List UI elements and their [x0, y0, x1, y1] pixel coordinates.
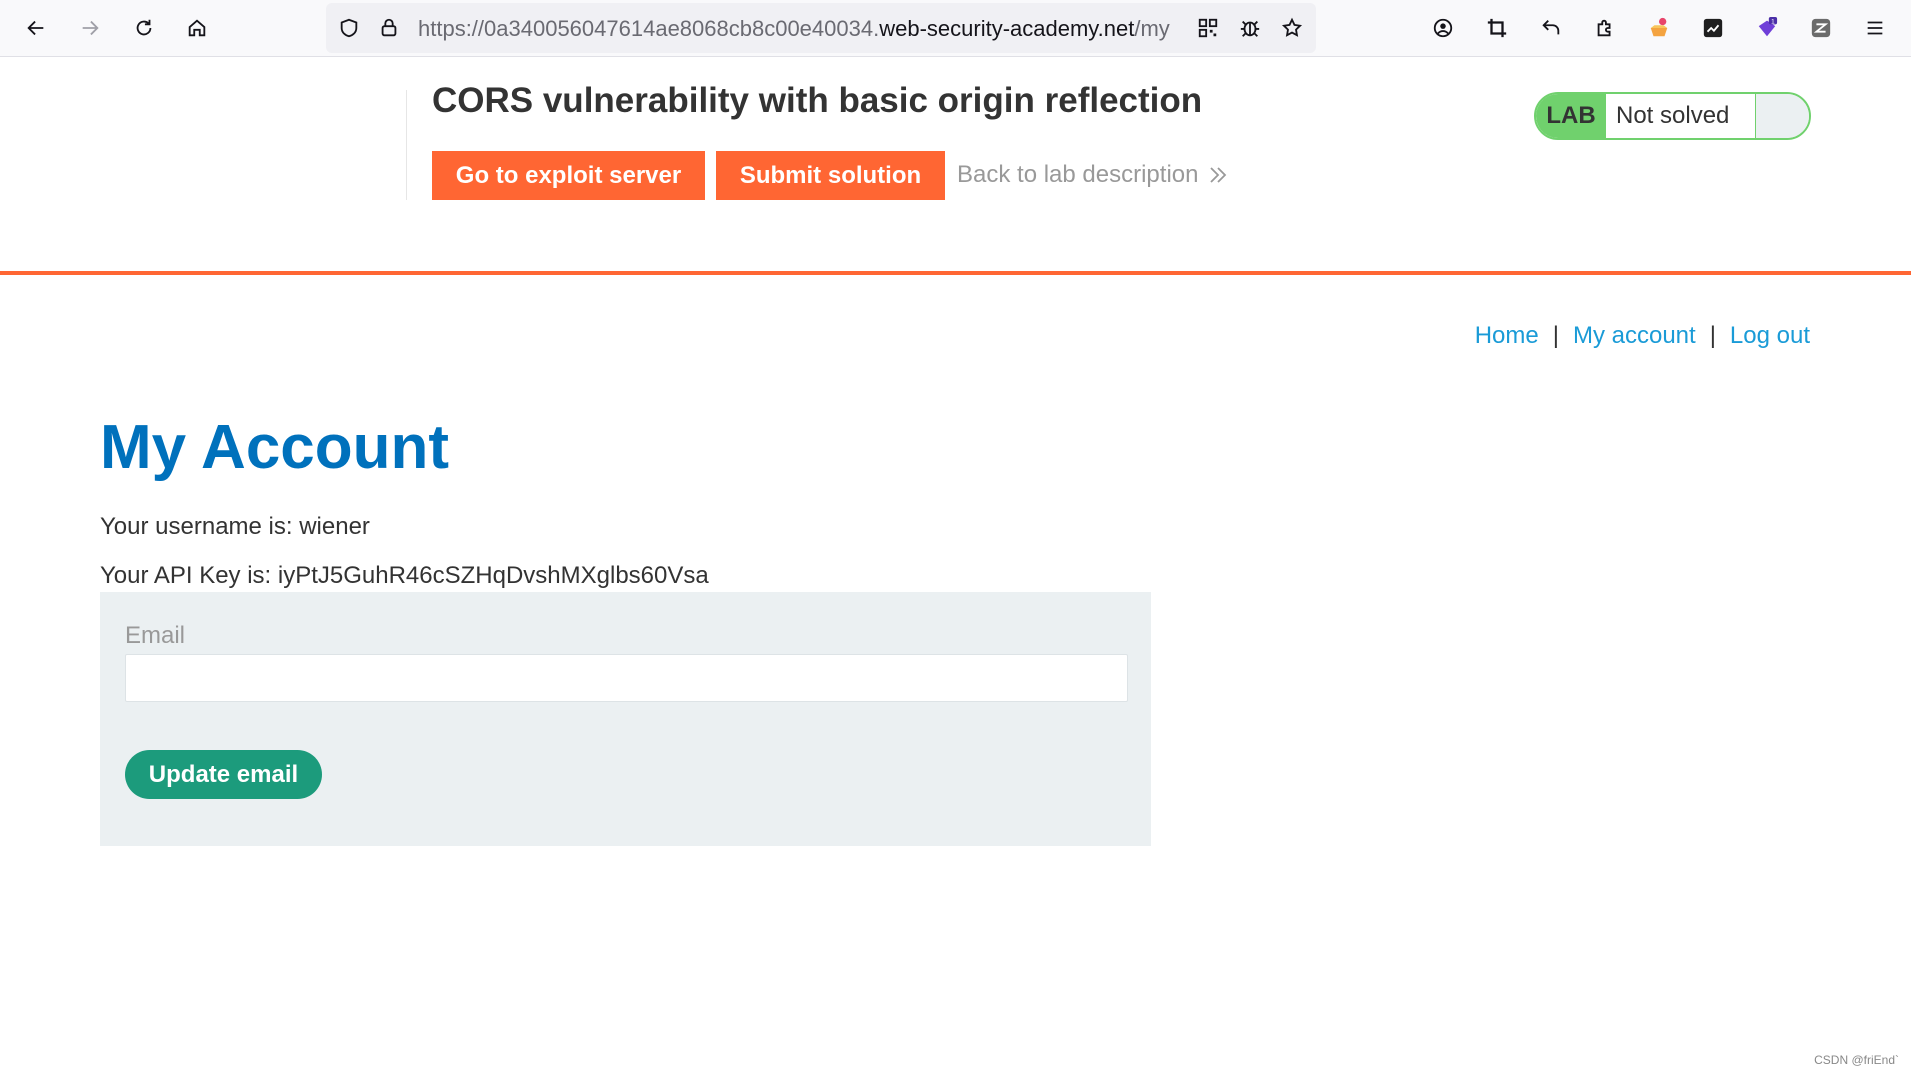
username-text: Your username is: wiener	[100, 513, 370, 540]
update-email-button[interactable]: Update email	[125, 750, 322, 799]
browser-toolbar: https://0a340056047614ae8068cb8c00e40034…	[0, 0, 1911, 57]
arrow-right-icon	[82, 20, 99, 36]
undo-button[interactable]	[1533, 10, 1569, 46]
extensions-button[interactable]	[1587, 10, 1623, 46]
top-nav: Home | My account | Log out	[1475, 322, 1810, 350]
nav-separator: |	[1709, 322, 1716, 349]
crop-icon	[1487, 18, 1507, 38]
account-button[interactable]	[1425, 10, 1461, 46]
lab-header: CORS vulnerability with basic origin ref…	[0, 57, 1911, 272]
email-label: Email	[125, 622, 186, 649]
double-chevron-right-icon	[1210, 167, 1227, 183]
extension-purple-button[interactable]: 1	[1749, 10, 1785, 46]
extension-gray-button[interactable]	[1803, 10, 1839, 46]
header-divider	[406, 90, 407, 200]
purple-gem-extension-icon: 1	[1758, 17, 1778, 37]
lock-icon[interactable]	[376, 15, 402, 41]
shield-icon[interactable]	[336, 15, 362, 41]
home-icon	[188, 19, 206, 37]
extension-dark-button[interactable]	[1695, 10, 1731, 46]
lab-title: CORS vulnerability with basic origin ref…	[432, 81, 1203, 120]
zotero-extension-icon	[1811, 18, 1831, 38]
back-to-description-link[interactable]: Back to lab description	[957, 161, 1228, 189]
arrow-left-icon	[27, 20, 44, 36]
api-key-text: Your API Key is: iyPtJ5GuhR46cSZHqDvshMX…	[100, 562, 709, 589]
lab-status-icon	[1756, 94, 1809, 138]
bug-icon[interactable]	[1237, 15, 1263, 41]
header-orange-rule	[0, 271, 1911, 275]
nav-log-out-link[interactable]: Log out	[1730, 322, 1810, 350]
back-link-label: Back to lab description	[957, 161, 1199, 188]
watermark: CSDN @friEnd`	[1814, 1053, 1899, 1067]
url-bar[interactable]: https://0a340056047614ae8068cb8c00e40034…	[326, 3, 1316, 53]
lab-badge-label: LAB	[1536, 94, 1606, 138]
exploit-server-button[interactable]: Go to exploit server	[432, 151, 705, 200]
star-bookmark-icon[interactable]	[1279, 15, 1305, 41]
menu-button[interactable]	[1857, 10, 1893, 46]
extension-hackbar-button[interactable]	[1641, 10, 1677, 46]
nav-home-link[interactable]: Home	[1475, 322, 1539, 350]
nav-separator: |	[1552, 322, 1559, 349]
url-text: https://0a340056047614ae8068cb8c00e40034…	[418, 16, 1170, 41]
change-email-form: Email Update email	[100, 592, 1151, 846]
hackbar-extension-icon	[1650, 17, 1668, 37]
page-title: My Account	[100, 413, 450, 482]
terminal-extension-icon	[1703, 18, 1723, 38]
svg-text:1: 1	[1771, 18, 1775, 25]
email-input[interactable]	[125, 654, 1128, 702]
lab-status-text: Not solved	[1606, 94, 1756, 138]
lab-status-badge: LAB Not solved	[1534, 92, 1811, 140]
undo-arrow-icon	[1542, 20, 1560, 35]
crop-button[interactable]	[1479, 10, 1515, 46]
reload-button[interactable]	[126, 10, 162, 46]
forward-button[interactable]	[72, 10, 108, 46]
home-button[interactable]	[179, 10, 215, 46]
qr-code-icon[interactable]	[1195, 15, 1221, 41]
back-button[interactable]	[18, 10, 54, 46]
account-circle-icon	[1433, 18, 1453, 38]
submit-solution-button[interactable]: Submit solution	[716, 151, 945, 200]
nav-my-account-link[interactable]: My account	[1573, 322, 1696, 350]
puzzle-icon	[1597, 19, 1611, 37]
reload-icon	[136, 19, 152, 36]
hamburger-menu-icon	[1867, 21, 1883, 35]
